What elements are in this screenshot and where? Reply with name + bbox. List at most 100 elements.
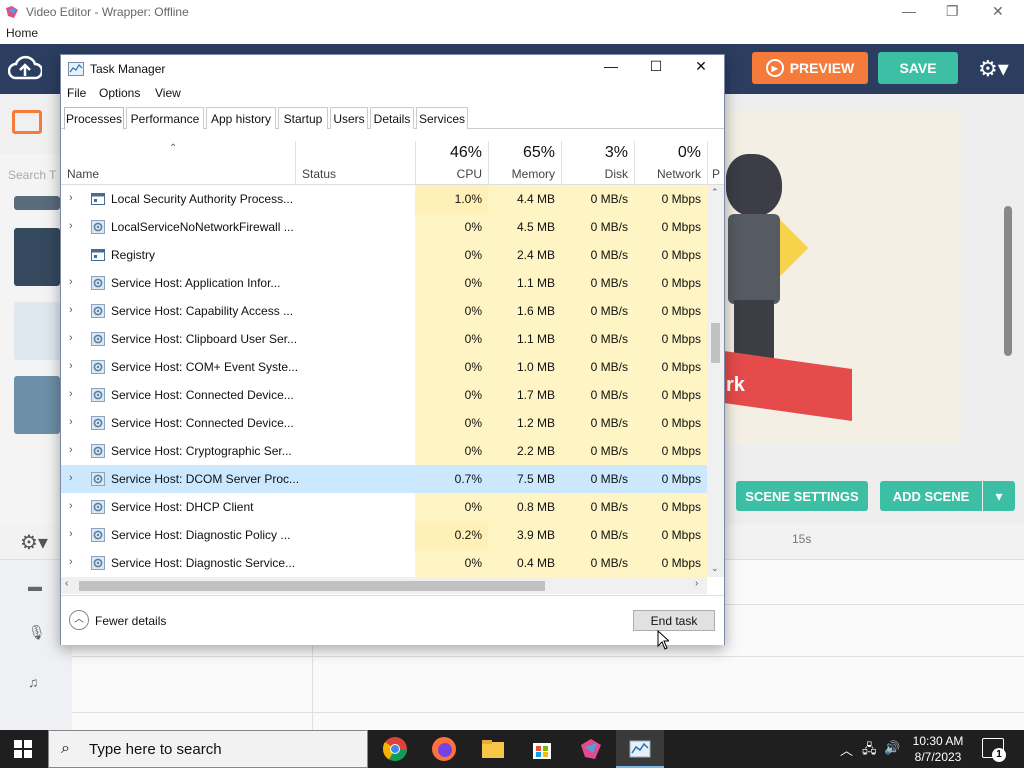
expand-chevron-icon[interactable]: ›	[69, 332, 73, 344]
tab-processes[interactable]: Processes	[64, 107, 124, 130]
taskbar-search-box[interactable]: ⌕ Type here to search	[48, 730, 368, 768]
asset-thumbnail[interactable]	[14, 302, 60, 360]
table-row[interactable]: › Service Host: DCOM Server Proc... 0.7% 7.…	[61, 465, 707, 493]
service-gear-icon	[91, 276, 105, 290]
col-memory[interactable]: 65% Memory	[488, 141, 561, 185]
table-row[interactable]: › LocalServiceNoNetworkFirewall ... 0% 4.5 …	[61, 213, 707, 241]
table-row[interactable]: › Service Host: COM+ Event Syste... 0% 1.0 …	[61, 353, 707, 381]
process-name: Service Host: Diagnostic Service...	[111, 556, 296, 570]
scroll-left-icon[interactable]: ‹	[65, 578, 68, 589]
fewer-details-link[interactable]: Fewer details	[95, 614, 166, 628]
scroll-right-icon[interactable]: ›	[695, 578, 698, 589]
tab-users[interactable]: Users	[330, 107, 368, 129]
hscroll-thumb[interactable]	[79, 581, 545, 591]
taskbar-search-placeholder: Type here to search	[89, 741, 222, 758]
preview-label: PREVIEW	[789, 60, 855, 76]
table-row[interactable]: › Service Host: Clipboard User Ser... 0% 1.…	[61, 325, 707, 353]
process-disk-value: 0 MB/s	[561, 521, 634, 549]
tab-services[interactable]: Services	[416, 107, 468, 129]
col-power[interactable]: P	[707, 141, 724, 185]
process-window-icon	[91, 193, 105, 205]
editor-minimize-button[interactable]: —	[902, 3, 916, 19]
asset-thumbnail[interactable]	[14, 376, 60, 434]
save-button[interactable]: SAVE	[878, 52, 958, 84]
asset-thumbnail[interactable]	[14, 228, 60, 286]
tab-app-history[interactable]: App history	[206, 107, 276, 129]
expand-chevron-icon[interactable]: ›	[69, 220, 73, 232]
add-scene-button[interactable]: ADD SCENE	[880, 481, 982, 511]
expand-chevron-icon[interactable]: ›	[69, 192, 73, 204]
expand-chevron-icon[interactable]: ›	[69, 388, 73, 400]
chrome-icon[interactable]	[381, 735, 409, 763]
table-row[interactable]: Registry 0% 2.4 MB 0 MB/s 0 Mbps	[61, 241, 707, 269]
tab-details[interactable]: Details	[370, 107, 414, 129]
col-cpu[interactable]: 46% CPU	[415, 141, 488, 185]
table-row[interactable]: › Service Host: Diagnostic Service... 0% 0.…	[61, 549, 707, 577]
tray-chevron-up-icon[interactable]: ︿	[840, 740, 853, 759]
timeline-track-line	[72, 712, 1024, 713]
mic-track-icon: 🎙	[28, 624, 46, 640]
stage-scrollbar[interactable]	[1004, 206, 1012, 356]
table-row[interactable]: › Service Host: Cryptographic Ser... 0% 2.2…	[61, 437, 707, 465]
process-cpu-value: 0.2%	[415, 521, 488, 549]
settings-gear-icon[interactable]: ⚙▾	[978, 56, 1009, 82]
expand-chevron-icon[interactable]: ›	[69, 276, 73, 288]
vscroll-thumb[interactable]	[711, 323, 720, 363]
asset-thumbnail[interactable]	[14, 196, 60, 210]
process-list-vscrollbar[interactable]: ⌃ ⌄	[707, 185, 724, 577]
preview-button[interactable]: ▶ PREVIEW	[752, 52, 868, 84]
expand-chevron-icon[interactable]: ›	[69, 556, 73, 568]
col-status[interactable]: Status	[295, 141, 415, 185]
expand-chevron-icon[interactable]: ›	[69, 360, 73, 372]
expand-chevron-icon[interactable]: ›	[69, 472, 73, 484]
scene-settings-button[interactable]: SCENE SETTINGS	[736, 481, 868, 511]
file-explorer-icon[interactable]	[479, 735, 507, 763]
col-name[interactable]: Name	[61, 141, 295, 185]
asset-search-input[interactable]: Search T	[8, 168, 56, 182]
tm-maximize-button[interactable]: ☐	[636, 58, 676, 75]
tm-menubar: File Options View	[61, 83, 724, 103]
tab-performance[interactable]: Performance	[126, 107, 204, 129]
add-scene-dropdown-icon[interactable]: ▾	[983, 481, 1015, 511]
table-row[interactable]: › Service Host: Diagnostic Policy ... 0.2%…	[61, 521, 707, 549]
windows-start-icon[interactable]	[14, 740, 32, 758]
editor-close-button[interactable]: ✕	[992, 3, 1004, 20]
table-row[interactable]: › Service Host: Connected Device... 0% 1.2 …	[61, 409, 707, 437]
col-network[interactable]: 0% Network	[634, 141, 707, 185]
volume-icon[interactable]: 🔊	[884, 740, 900, 756]
microsoft-store-icon[interactable]	[528, 735, 556, 763]
table-row[interactable]: › Service Host: Connected Device... 0% 1.7 …	[61, 381, 707, 409]
tm-minimize-button[interactable]: —	[591, 58, 631, 74]
editor-restore-button[interactable]: ❐	[946, 3, 959, 20]
menu-file[interactable]: File	[67, 86, 86, 100]
expand-chevron-icon[interactable]: ›	[69, 304, 73, 316]
col-disk[interactable]: 3% Disk	[561, 141, 634, 185]
table-row[interactable]: › Service Host: Capability Access ... 0% 1.…	[61, 297, 707, 325]
menu-home[interactable]: Home	[6, 26, 38, 40]
end-task-button[interactable]: End task	[633, 610, 715, 631]
table-row[interactable]: › Service Host: DHCP Client 0% 0.8 MB 0 MB/s…	[61, 493, 707, 521]
scroll-up-icon[interactable]: ⌃	[711, 187, 719, 198]
firefox-icon[interactable]	[430, 735, 458, 763]
editor-titlebar: Video Editor - Wrapper: Offline — ❐ ✕	[0, 0, 1024, 24]
process-net-value: 0 Mbps	[634, 409, 707, 437]
chevron-up-icon[interactable]: ︿	[69, 610, 89, 630]
cloud-upload-icon[interactable]	[8, 54, 42, 82]
menu-view[interactable]: View	[155, 86, 181, 100]
menu-options[interactable]: Options	[99, 86, 140, 100]
wrapper-app-icon[interactable]	[577, 735, 605, 763]
process-disk-value: 0 MB/s	[561, 297, 634, 325]
process-net-value: 0 Mbps	[634, 325, 707, 353]
scroll-down-icon[interactable]: ⌄	[711, 563, 719, 574]
table-row[interactable]: › Local Security Authority Process... 1.0%…	[61, 185, 707, 213]
taskbar-clock[interactable]: 10:30 AM 8/7/2023	[900, 733, 976, 765]
expand-chevron-icon[interactable]: ›	[69, 500, 73, 512]
tab-startup[interactable]: Startup	[278, 107, 328, 129]
network-icon[interactable]: 🖧	[862, 740, 877, 762]
table-row[interactable]: › Service Host: Application Infor... 0% 1.1…	[61, 269, 707, 297]
expand-chevron-icon[interactable]: ›	[69, 444, 73, 456]
expand-chevron-icon[interactable]: ›	[69, 416, 73, 428]
tm-close-button[interactable]: ✕	[681, 58, 721, 75]
expand-chevron-icon[interactable]: ›	[69, 528, 73, 540]
timeline-gear-icon[interactable]: ⚙▾	[20, 530, 48, 555]
